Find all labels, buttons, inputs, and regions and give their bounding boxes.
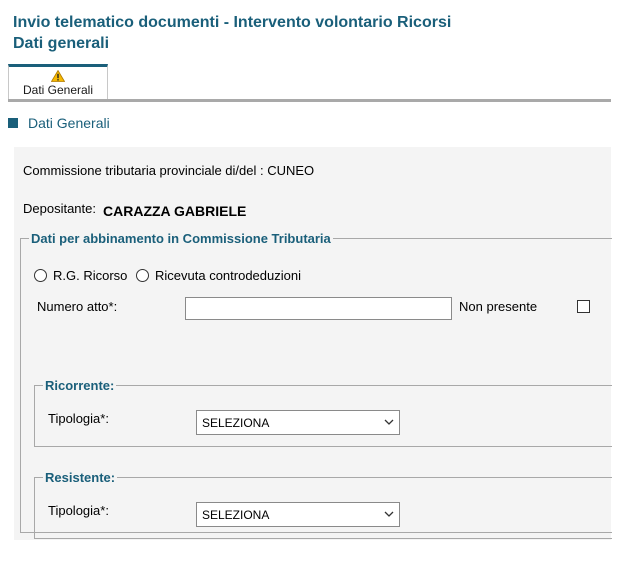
non-presente-label: Non presente <box>459 299 538 314</box>
numero-atto-input[interactable] <box>185 297 452 320</box>
ricorrente-tipologia-value: SELEZIONA <box>202 416 270 430</box>
warning-icon <box>51 70 65 82</box>
chevron-down-icon <box>384 511 394 517</box>
commissione-text: Commissione tributaria provinciale di/de… <box>23 163 315 178</box>
radio-rg-ricorso-label: R.G. Ricorso <box>53 268 128 283</box>
depositante-value: CARAZZA GABRIELE <box>103 203 247 219</box>
tab-bar: Dati Generali <box>8 64 611 102</box>
page-title: Invio telematico documenti - Intervento … <box>13 14 452 31</box>
ricorrente-tipologia-select[interactable]: SELEZIONA <box>196 410 400 435</box>
tab-dati-generali[interactable]: Dati Generali <box>8 64 108 99</box>
numero-atto-label: Numero atto*: <box>37 299 118 314</box>
abbinamento-legend: Dati per abbinamento in Commissione Trib… <box>31 231 331 246</box>
tab-label: Dati Generali <box>22 83 94 97</box>
ricorrente-legend: Ricorrente: <box>45 378 115 393</box>
resistente-tipologia-select[interactable]: SELEZIONA <box>196 502 400 527</box>
non-presente-checkbox[interactable] <box>577 300 590 313</box>
resistente-legend: Resistente: <box>45 470 116 485</box>
form-panel: Commissione tributaria provinciale di/de… <box>14 147 612 540</box>
section-title: Dati Generali <box>28 115 110 131</box>
radio-rg-ricorso[interactable] <box>34 269 47 282</box>
tab-bar-divider <box>8 99 611 102</box>
depositante-label: Depositante: <box>23 201 96 216</box>
resistente-tipologia-value: SELEZIONA <box>202 508 270 522</box>
page-subtitle: Dati generali <box>13 35 110 52</box>
radio-ricevuta-label: Ricevuta controdeduzioni <box>155 268 301 283</box>
chevron-down-icon <box>384 419 394 425</box>
resistente-tipologia-label: Tipologia*: <box>48 503 109 518</box>
radio-ricevuta-controdeduzioni[interactable] <box>136 269 149 282</box>
section-square-icon <box>8 118 18 128</box>
ricorrente-tipologia-label: Tipologia*: <box>48 411 109 426</box>
